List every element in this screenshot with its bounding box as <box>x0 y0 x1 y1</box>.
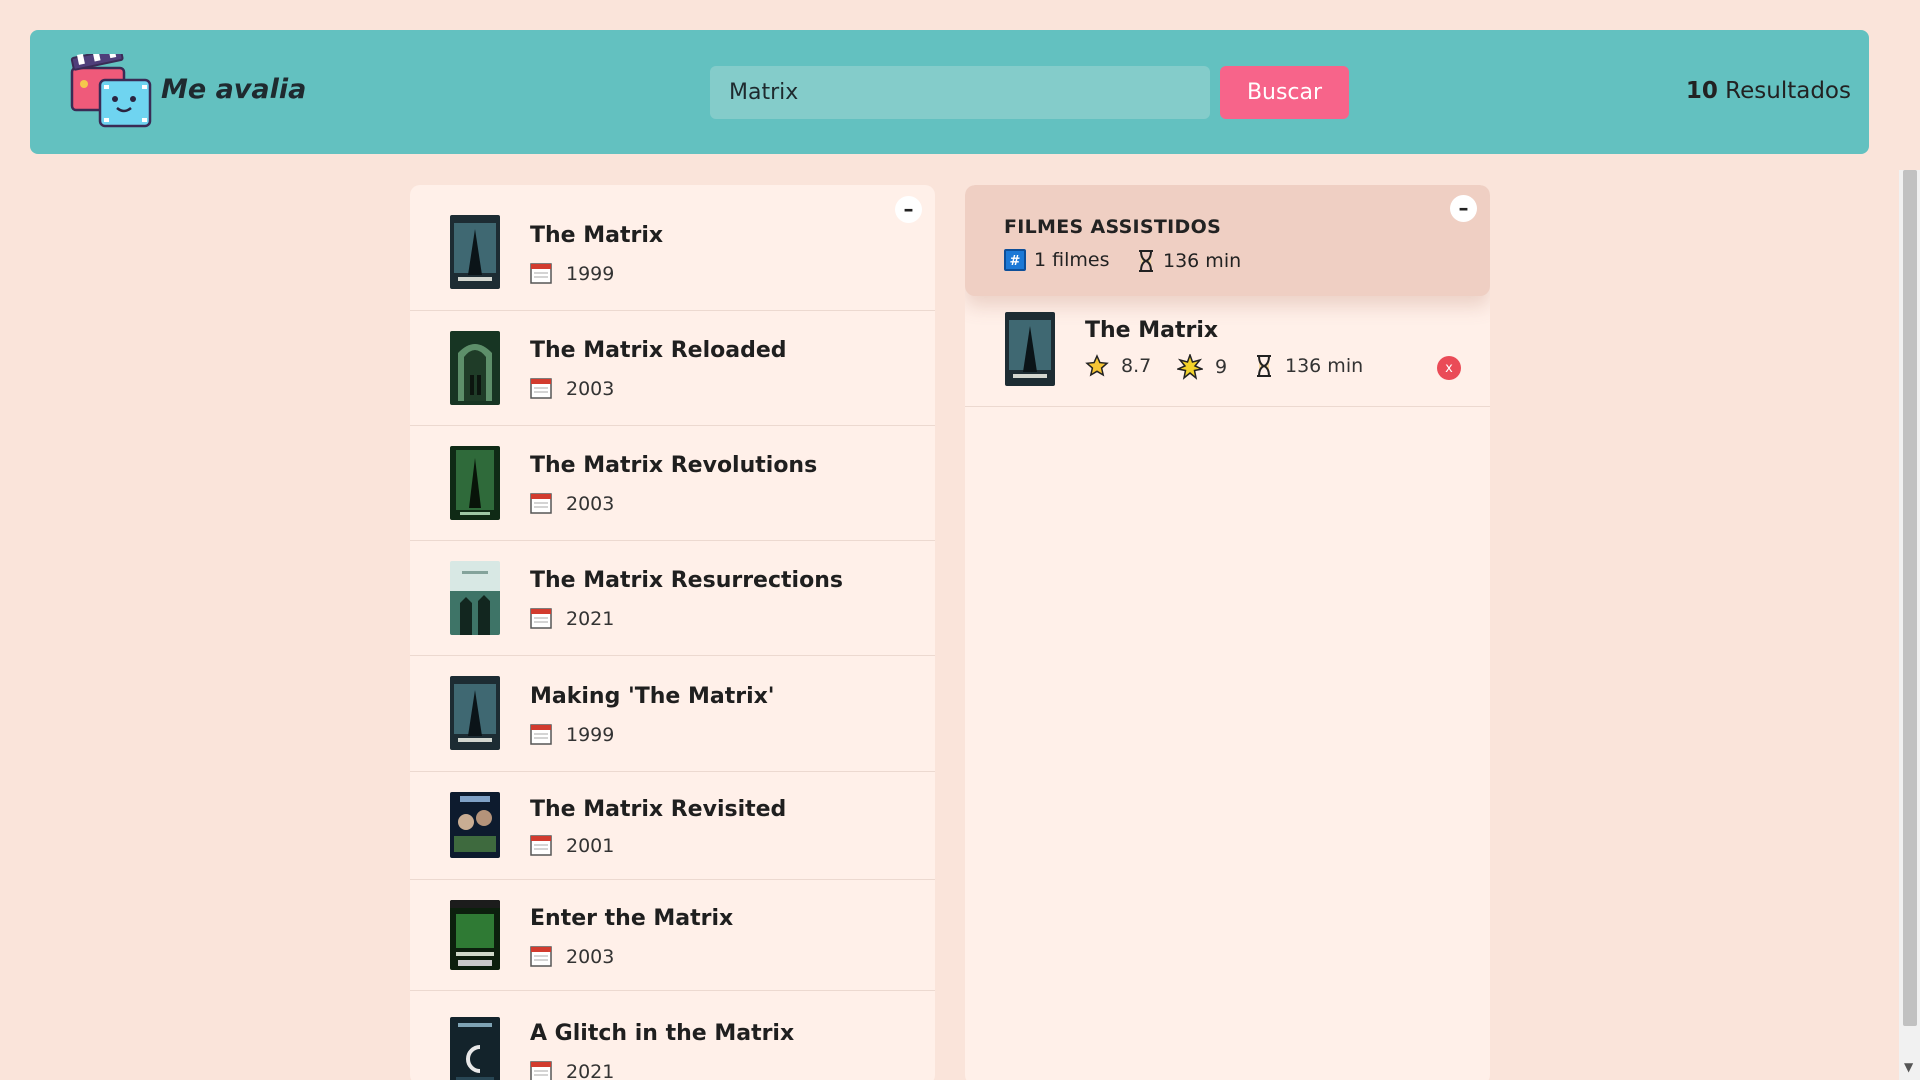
movie-title: The Matrix <box>530 223 664 248</box>
search-results-panel: – The Matrix 1999 The Matrix Reloaded 20… <box>410 185 935 1080</box>
result-item[interactable]: The Matrix Reloaded 2003 <box>410 311 935 426</box>
results-number: 10 <box>1685 78 1718 104</box>
search-input[interactable] <box>710 66 1210 119</box>
scrollbar-thumb[interactable] <box>1903 170 1917 1026</box>
app-brand: Me avalia <box>161 74 307 105</box>
movie-year: 2021 <box>566 1061 615 1080</box>
movie-year: 2003 <box>566 378 615 400</box>
watched-movie-title: The Matrix <box>1085 318 1219 343</box>
movie-poster <box>450 215 500 289</box>
movie-year: 2003 <box>566 946 615 968</box>
movie-title: A Glitch in the Matrix <box>530 1021 795 1046</box>
movie-runtime: 136 min <box>1255 354 1363 378</box>
calendar-icon <box>530 724 552 745</box>
scroll-down-arrow-icon[interactable]: ▼ <box>1904 1060 1913 1074</box>
movie-title: The Matrix Revisited <box>530 797 787 822</box>
result-item[interactable]: A Glitch in the Matrix 2021 <box>410 991 935 1080</box>
movie-poster <box>450 676 500 750</box>
result-item[interactable]: Enter the Matrix 2003 <box>410 880 935 991</box>
calendar-icon <box>530 378 552 399</box>
watched-heading: FILMES ASSISTIDOS <box>1004 216 1222 238</box>
collapse-watched-button[interactable]: – <box>1450 195 1477 222</box>
movie-title: Enter the Matrix <box>530 906 734 931</box>
calendar-icon <box>530 263 552 284</box>
watched-count: # 1 filmes <box>1004 249 1109 271</box>
results-label: Resultados <box>1725 78 1851 104</box>
result-item[interactable]: The Matrix 1999 <box>410 185 935 311</box>
result-item[interactable]: The Matrix Revolutions 2003 <box>410 426 935 541</box>
imdb-rating-value: 8.7 <box>1121 355 1152 377</box>
movie-poster <box>1005 312 1055 386</box>
movie-runtime-value: 136 min <box>1285 355 1364 377</box>
movie-year: 1999 <box>566 724 615 746</box>
watched-summary: FILMES ASSISTIDOS # 1 filmes 136 min – <box>965 185 1490 296</box>
star-icon <box>1085 354 1109 377</box>
movie-title: The Matrix Reloaded <box>530 338 787 363</box>
hourglass-icon <box>1139 250 1153 272</box>
clapperboard-logo-icon <box>70 54 152 128</box>
page-scrollbar[interactable]: ▼ <box>1899 170 1920 1080</box>
movie-poster <box>450 331 500 405</box>
movie-poster <box>450 792 500 858</box>
hash-icon: # <box>1004 249 1026 271</box>
calendar-icon <box>530 1061 552 1080</box>
result-item[interactable]: The Matrix Resurrections 2021 <box>410 541 935 656</box>
results-count: 10 Resultados <box>1686 78 1851 104</box>
movie-year: 2001 <box>566 835 615 857</box>
movie-poster <box>450 1017 500 1080</box>
imdb-rating: 8.7 <box>1085 354 1151 378</box>
calendar-icon <box>530 835 552 856</box>
search-button[interactable]: Buscar <box>1220 66 1349 119</box>
glowing-star-icon <box>1177 354 1203 380</box>
watched-panel: FILMES ASSISTIDOS # 1 filmes 136 min – T… <box>965 185 1490 1080</box>
movie-title: The Matrix Resurrections <box>530 568 843 593</box>
movie-year: 1999 <box>566 263 615 285</box>
calendar-icon <box>530 608 552 629</box>
remove-watched-button[interactable]: x <box>1437 356 1461 380</box>
movie-poster <box>450 900 500 970</box>
top-nav: Me avalia Buscar 10 Resultados <box>30 30 1869 154</box>
calendar-icon <box>530 946 552 967</box>
movie-title: Making 'The Matrix' <box>530 684 775 709</box>
movie-poster <box>450 561 500 635</box>
watched-item: The Matrix 8.7 9 136 min x <box>965 297 1490 407</box>
movie-year: 2021 <box>566 608 615 630</box>
watched-runtime-label: 136 min <box>1163 250 1242 272</box>
result-item[interactable]: Making 'The Matrix' 1999 <box>410 656 935 772</box>
user-rating-value: 9 <box>1215 356 1228 378</box>
movie-poster <box>450 446 500 520</box>
result-item[interactable]: The Matrix Revisited 2001 <box>410 772 935 880</box>
calendar-icon <box>530 493 552 514</box>
movie-year: 2003 <box>566 493 615 515</box>
user-rating: 9 <box>1177 354 1227 380</box>
watched-runtime: 136 min <box>1137 249 1241 273</box>
watched-count-label: 1 filmes <box>1034 249 1110 271</box>
hourglass-icon <box>1257 355 1271 377</box>
movie-title: The Matrix Revolutions <box>530 453 818 478</box>
